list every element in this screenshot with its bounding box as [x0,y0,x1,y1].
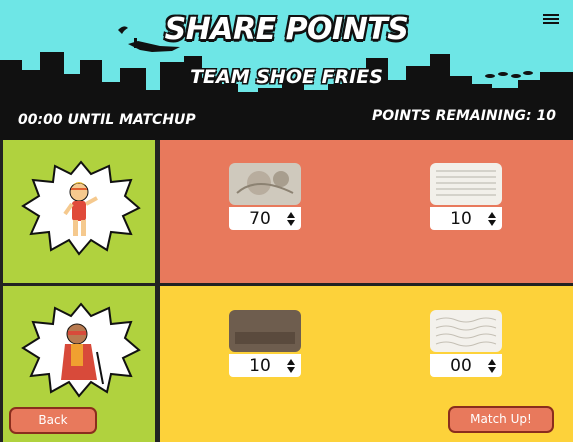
decrement-arrow-icon[interactable] [287,219,295,226]
shoe-card: 70 [229,163,301,230]
shoe-card: 10 [229,310,301,377]
points-stepper[interactable]: 00 [430,354,502,377]
girl-hero-avatar [21,160,141,256]
points-value[interactable]: 10 [229,356,285,376]
points-stepper[interactable]: 10 [229,354,301,377]
points-stepper[interactable]: 10 [430,207,502,230]
newsprint-shoe-thumbnail[interactable] [430,163,502,205]
increment-arrow-icon[interactable] [488,358,496,365]
hamburger-menu-icon[interactable] [543,14,559,24]
boy-hero-avatar [21,302,141,398]
brown-shoe-thumbnail[interactable] [229,310,301,352]
stepper-arrows[interactable] [285,358,297,373]
stepper-arrows[interactable] [486,358,498,373]
stepper-arrows[interactable] [486,211,498,226]
points-remaining: POINTS REMAINING: 10 [371,108,556,124]
script-shoe-thumbnail[interactable] [430,310,502,352]
points-cell: 70 10 [160,140,573,283]
header-banner: SHARE POINTS TEAM SHOE FRIES 00:00 UNTIL… [0,0,573,140]
shoe-card: 00 [430,310,502,377]
stepper-arrows[interactable] [285,211,297,226]
increment-arrow-icon[interactable] [488,211,496,218]
match-up-button[interactable]: Match Up! [448,406,554,433]
decrement-arrow-icon[interactable] [287,366,295,373]
increment-arrow-icon[interactable] [287,211,295,218]
increment-arrow-icon[interactable] [287,358,295,365]
player-row-1: 70 10 [0,140,573,283]
decrement-arrow-icon[interactable] [488,366,496,373]
back-button[interactable]: Back [9,407,97,434]
page-title: SHARE POINTS [164,12,409,47]
decrement-arrow-icon[interactable] [488,219,496,226]
shoe-card: 10 [430,163,502,230]
points-value[interactable]: 10 [430,209,486,229]
team-name: TEAM SHOE FRIES [190,66,383,88]
share-points-screen: SHARE POINTS TEAM SHOE FRIES 00:00 UNTIL… [0,0,573,442]
points-value[interactable]: 00 [430,356,486,376]
points-stepper[interactable]: 70 [229,207,301,230]
floral-shoe-thumbnail[interactable] [229,163,301,205]
avatar-cell [3,140,155,283]
points-value[interactable]: 70 [229,209,285,229]
matchup-timer: 00:00 UNTIL MATCHUP [18,112,196,128]
